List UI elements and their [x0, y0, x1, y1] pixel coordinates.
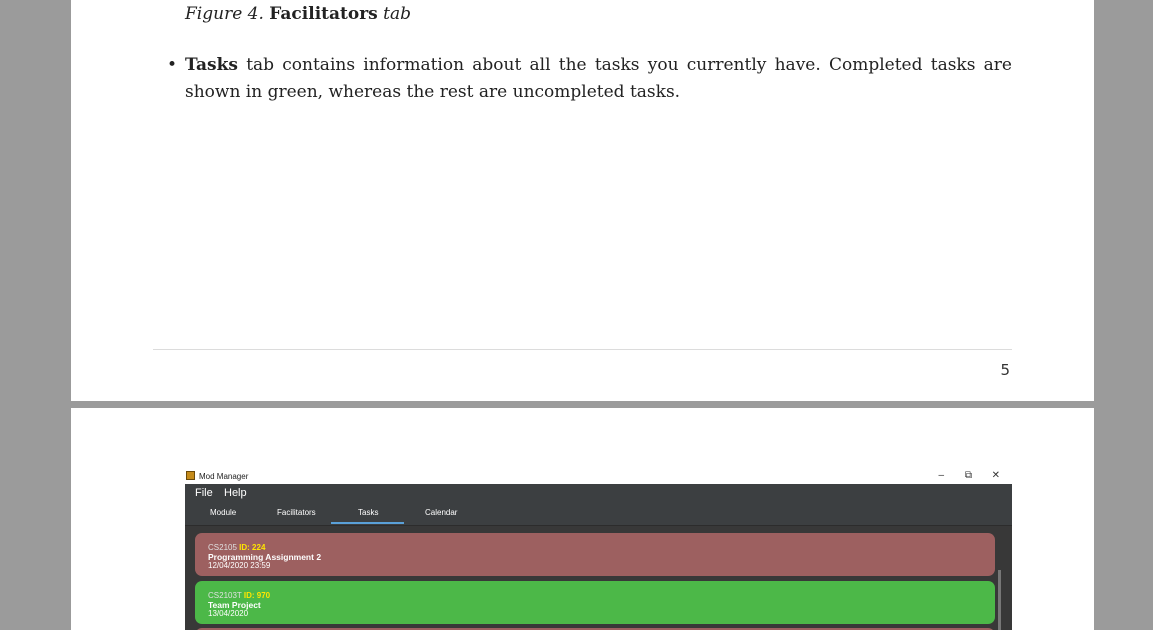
menu-bar: File Help: [185, 484, 1012, 502]
window-titlebar: Mod Manager – ⧉ ✕: [185, 470, 1012, 484]
bullet-body: tab contains information about all the t…: [185, 55, 1012, 102]
task-module-code: CS2105: [208, 543, 237, 552]
document-page-6: Mod Manager – ⧉ ✕ File Help Module Facil…: [71, 408, 1094, 630]
task-module-code: CS2103T: [208, 591, 242, 600]
bullet-bold-term: Tasks: [185, 55, 238, 75]
figure-name: Facilitators: [269, 4, 378, 24]
tab-bar: Module Facilitators Tasks Calendar: [185, 502, 1012, 526]
document-page-5: Figure 4. Facilitators tab • Tasks tab c…: [71, 0, 1094, 401]
bullet-icon: •: [167, 55, 178, 75]
task-card[interactable]: CS2105 ID: 224 Programming Assignment 2 …: [195, 533, 995, 576]
task-id: ID: 970: [243, 591, 271, 600]
task-header: CS2105 ID: 224: [208, 543, 265, 552]
minimize-icon[interactable]: –: [938, 470, 944, 481]
tab-module[interactable]: Module: [210, 508, 236, 517]
footer-divider: [153, 349, 1012, 350]
figure-caption: Figure 4. Facilitators tab: [185, 4, 411, 24]
maximize-icon[interactable]: ⧉: [965, 470, 972, 481]
menu-help[interactable]: Help: [224, 487, 247, 499]
menu-file[interactable]: File: [195, 487, 213, 499]
task-date: 12/04/2020 23:59: [208, 561, 271, 570]
close-icon[interactable]: ✕: [992, 470, 1000, 481]
task-list-scrollbar[interactable]: [998, 570, 1001, 630]
tab-tasks[interactable]: Tasks: [358, 508, 378, 517]
page-number: 5: [1000, 361, 1010, 379]
task-date: 13/04/2020: [208, 609, 249, 618]
tab-calendar[interactable]: Calendar: [425, 508, 457, 517]
tasks-bullet: • Tasks tab contains information about a…: [167, 52, 1012, 106]
task-card[interactable]: CS2103T ID: 970 Team Project 13/04/2020: [195, 581, 995, 624]
figure-suffix: tab: [383, 4, 412, 24]
tab-facilitators[interactable]: Facilitators: [277, 508, 316, 517]
app-logo-icon: [186, 471, 195, 480]
task-header: CS2103T ID: 970: [208, 591, 270, 600]
figure-number: Figure 4.: [185, 4, 264, 24]
task-list: CS2105 ID: 224 Programming Assignment 2 …: [185, 526, 1012, 630]
task-id: ID: 224: [239, 543, 266, 552]
mod-manager-screenshot: Mod Manager – ⧉ ✕ File Help Module Facil…: [185, 470, 1012, 630]
active-tab-indicator: [331, 522, 404, 524]
window-title: Mod Manager: [199, 472, 249, 481]
bullet-text: Tasks tab contains information about all…: [185, 52, 1012, 106]
